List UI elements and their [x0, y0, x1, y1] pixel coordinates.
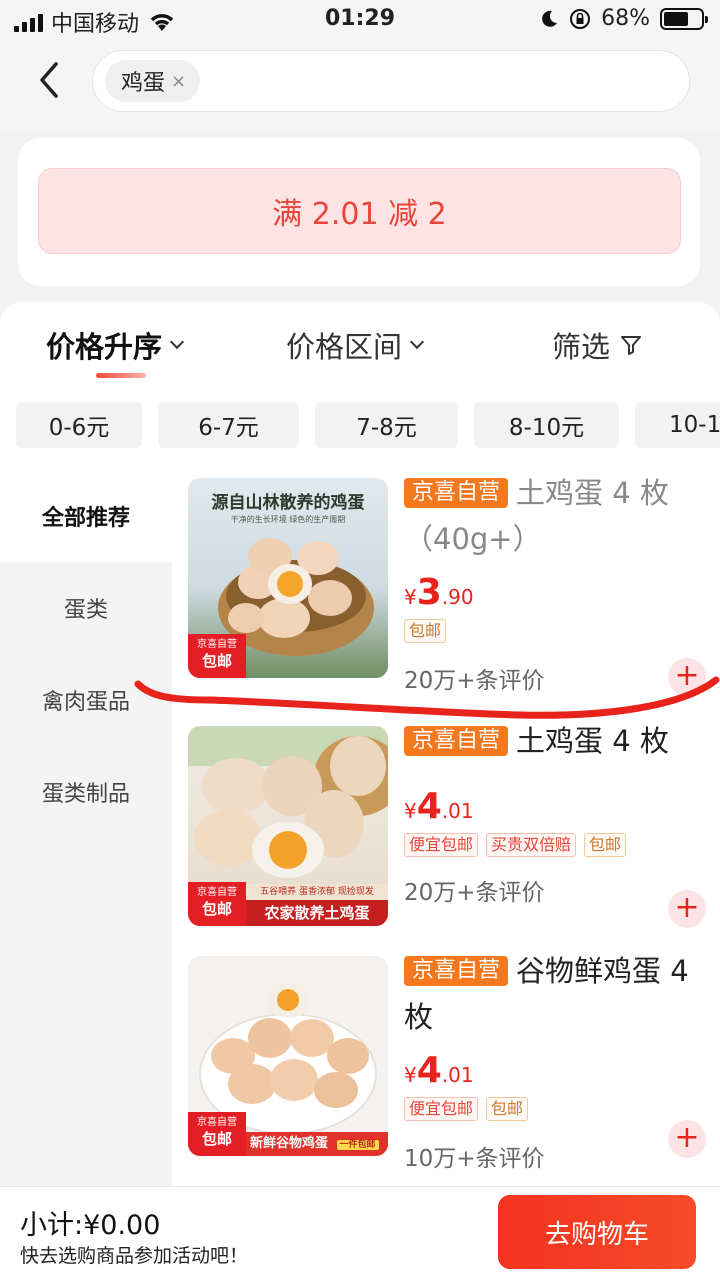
add-to-cart-icon[interactable]: +	[668, 1120, 706, 1158]
badge-top-label: 京喜自营	[197, 887, 237, 898]
category-sidebar: 全部推荐 蛋类 禽肉蛋品 蛋类制品	[0, 470, 172, 1186]
product-card[interactable]: 源自山林散养的鸡蛋 干净的生长环境 绿色的生产周期 京喜自营 包邮 京喜自营 土…	[172, 470, 720, 710]
image-caption: 农家散养土鸡蛋	[246, 900, 388, 926]
sidebar-item-egg-products[interactable]: 蛋类制品	[0, 746, 172, 838]
badge-top-label: 京喜自营	[197, 639, 237, 650]
filter-icon	[621, 336, 642, 355]
product-card[interactable]: 新鲜谷物鸡蛋 一件包邮 京喜自营 包邮 京喜自营 谷物鲜鸡蛋 4 枚 ¥4.01 便…	[172, 948, 720, 1186]
price-integer: 4	[416, 786, 442, 827]
sort-price-range-label: 价格区间	[286, 330, 403, 364]
tag-double-compensation: 买贵双倍赔	[486, 833, 577, 857]
active-sort-indicator	[96, 373, 146, 378]
self-operated-badge: 京喜自营	[404, 726, 509, 756]
sidebar-item-all[interactable]: 全部推荐	[0, 470, 172, 562]
promo-card: 满 2.01 减 2	[18, 138, 700, 286]
moon-icon	[542, 10, 558, 27]
product-price: ¥4.01	[404, 786, 704, 827]
review-count: 10万+条评价	[404, 1146, 545, 1172]
battery-percent: 68%	[601, 6, 650, 31]
price-decimal: .01	[441, 799, 474, 823]
sort-price-ascending[interactable]: 价格升序	[46, 324, 185, 366]
badge-bottom-label: 包邮	[201, 900, 232, 918]
product-title[interactable]: 京喜自营 土鸡蛋 4 枚（40g+）	[404, 470, 704, 562]
product-info: 京喜自营 土鸡蛋 4 枚 ¥4.01 便宜包邮 买贵双倍赔 包邮 20万+条评价	[404, 718, 704, 907]
sidebar-item-poultry-eggs[interactable]: 禽肉蛋品	[0, 654, 172, 746]
search-keyword-chip[interactable]: 鸡蛋 ×	[105, 60, 201, 102]
product-price: ¥3.90	[404, 572, 704, 613]
product-tags: 便宜包邮 买贵双倍赔 包邮	[404, 833, 704, 857]
product-image[interactable]: 源自山林散养的鸡蛋 干净的生长环境 绿色的生产周期 京喜自营 包邮	[188, 478, 388, 678]
add-to-cart-icon[interactable]: +	[668, 890, 706, 928]
battery-icon	[660, 7, 708, 30]
self-operated-badge: 京喜自营	[404, 956, 509, 986]
tag-cheap-free-shipping: 便宜包邮	[404, 833, 479, 857]
review-count: 20万+条评价	[404, 668, 545, 694]
product-panel: 价格升序 价格区间 筛选 0-6元 6-7元 7-8元 8-10元 10-1 全…	[0, 302, 720, 1186]
image-caption-bar: 新鲜谷物鸡蛋 一件包邮	[246, 1132, 388, 1156]
product-info: 京喜自营 谷物鲜鸡蛋 4 枚 ¥4.01 便宜包邮 包邮 10万+条评价	[404, 948, 704, 1173]
image-caption: 新鲜谷物鸡蛋	[250, 1136, 329, 1151]
product-title[interactable]: 京喜自营 谷物鲜鸡蛋 4 枚	[404, 948, 704, 1040]
self-operated-free-shipping-badge: 京喜自营 包邮	[188, 634, 246, 678]
filter-label: 筛选	[552, 330, 611, 364]
promo-banner[interactable]: 满 2.01 减 2	[38, 168, 681, 254]
activity-hint: 快去选购商品参加活动吧！	[20, 1245, 249, 1267]
product-image[interactable]: 五谷喂养 蛋香浓郁 现捡现发 农家散养土鸡蛋 京喜自营包邮	[188, 726, 388, 926]
filter-button[interactable]: 筛选	[552, 324, 642, 366]
tag-cheap-free-shipping: 便宜包邮	[404, 1097, 479, 1121]
sort-price-range[interactable]: 价格区间	[286, 324, 425, 366]
tag-free-shipping: 包邮	[404, 619, 447, 643]
go-to-cart-button[interactable]: 去购物车	[498, 1195, 696, 1269]
self-operated-badge: 京喜自营	[404, 478, 509, 508]
add-to-cart-icon[interactable]: +	[668, 658, 706, 696]
price-currency: ¥	[404, 585, 417, 609]
price-decimal: .90	[441, 585, 474, 609]
search-input[interactable]: 鸡蛋 ×	[92, 50, 690, 112]
range-chip[interactable]: 7-8元	[315, 402, 458, 448]
range-chip[interactable]: 10-1	[635, 402, 720, 448]
range-chip[interactable]: 0-6元	[16, 402, 142, 448]
chevron-down-icon	[409, 334, 425, 350]
range-chip[interactable]: 8-10元	[474, 402, 619, 448]
chevron-down-icon	[169, 334, 185, 350]
sort-bar: 价格升序 价格区间 筛选	[0, 324, 720, 380]
product-card[interactable]: 五谷喂养 蛋香浓郁 现捡现发 农家散养土鸡蛋 京喜自营 包邮 京喜自营 土鸡蛋 4 …	[172, 718, 720, 948]
price-currency: ¥	[404, 799, 417, 823]
tag-free-shipping: 包邮	[584, 833, 627, 857]
review-count: 20万+条评价	[404, 880, 545, 906]
self-operated-free-shipping-badge: 京喜自营 包邮	[188, 1112, 246, 1156]
rotation-lock-icon	[570, 8, 591, 29]
product-price: ¥4.01	[404, 1050, 704, 1091]
checkout-bar: 小计:¥0.00 快去选购商品参加活动吧！ 去购物车	[0, 1186, 720, 1280]
range-chip[interactable]: 6-7元	[158, 402, 299, 448]
price-range-chips: 0-6元 6-7元 7-8元 8-10元 10-1	[16, 402, 720, 448]
back-arrow-icon[interactable]	[30, 58, 70, 102]
product-tags: 便宜包邮 包邮	[404, 1097, 704, 1121]
tag-free-shipping: 包邮	[486, 1097, 529, 1121]
search-keyword: 鸡蛋	[121, 71, 166, 96]
sidebar-item-eggs[interactable]: 蛋类	[0, 562, 172, 654]
self-operated-free-shipping-badge: 京喜自营 包邮	[188, 882, 246, 926]
price-currency: ¥	[404, 1063, 417, 1087]
sort-price-ascending-label: 价格升序	[46, 330, 163, 364]
product-tags: 包邮	[404, 619, 704, 643]
price-integer: 4	[416, 1050, 442, 1091]
product-info: 京喜自营 土鸡蛋 4 枚（40g+） ¥3.90 包邮 20万+条评价	[404, 470, 704, 695]
badge-top-label: 京喜自营	[197, 1117, 237, 1128]
badge-bottom-label: 包邮	[201, 1130, 232, 1148]
product-list: 源自山林散养的鸡蛋 干净的生长环境 绿色的生产周期 京喜自营 包邮 京喜自营 土…	[172, 470, 720, 1186]
price-decimal: .01	[441, 1063, 474, 1087]
status-bar: 中国移动 01:29 68%	[0, 0, 720, 40]
subtotal: 小计:¥0.00	[20, 1210, 161, 1241]
image-subcaption: 五谷喂养 蛋香浓郁 现捡现发	[246, 884, 388, 900]
badge-bottom-label: 包邮	[201, 652, 232, 670]
product-title[interactable]: 京喜自营 土鸡蛋 4 枚	[404, 718, 704, 764]
image-subcaption: 一件包邮	[336, 1140, 379, 1150]
product-title-text: 土鸡蛋 4 枚	[516, 724, 669, 758]
product-image[interactable]: 新鲜谷物鸡蛋 一件包邮 京喜自营包邮	[188, 956, 388, 1156]
status-right: 68%	[539, 6, 708, 31]
price-integer: 3	[416, 572, 442, 613]
clear-keyword-icon[interactable]: ×	[171, 71, 186, 92]
search-header: 鸡蛋 ×	[0, 40, 720, 130]
